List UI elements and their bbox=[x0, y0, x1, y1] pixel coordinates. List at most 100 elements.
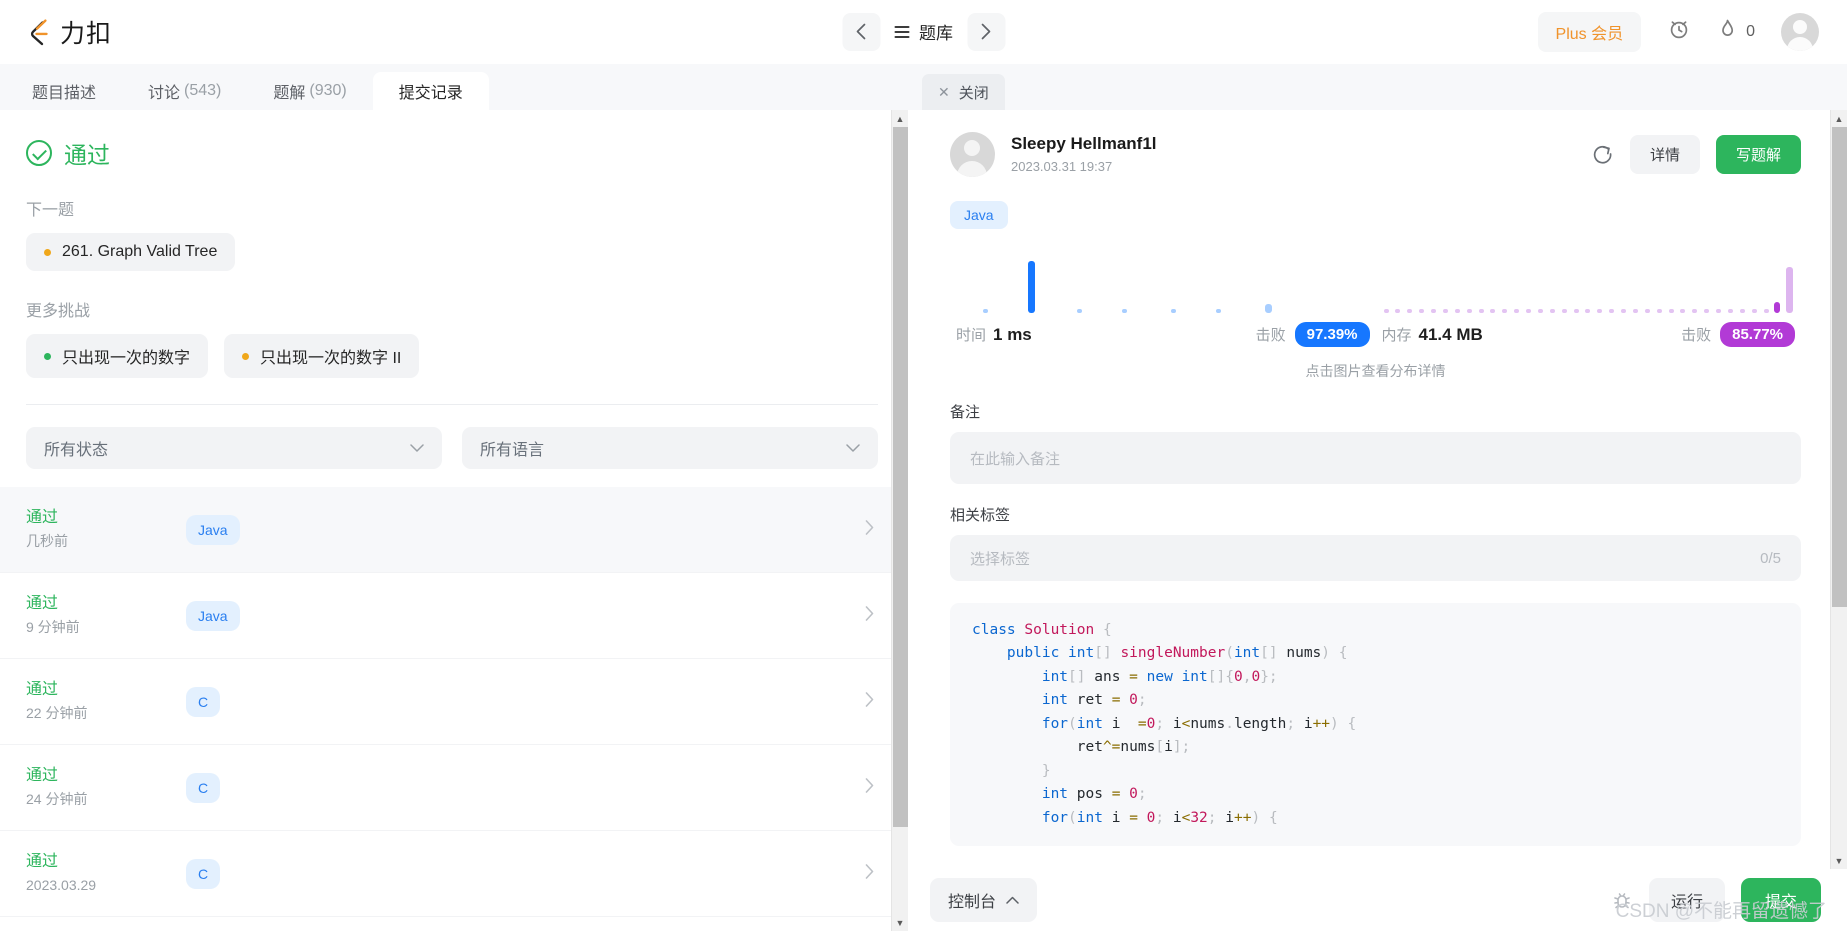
histogram-bar bbox=[1727, 309, 1733, 313]
streak-button[interactable]: 0 bbox=[1717, 18, 1755, 46]
histogram-bar bbox=[1490, 309, 1496, 313]
timer-button[interactable] bbox=[1667, 17, 1691, 46]
histogram-bar bbox=[1537, 309, 1543, 313]
prev-problem-button[interactable] bbox=[842, 12, 880, 51]
code-viewer[interactable]: class Solution { public int[] singleNumb… bbox=[950, 603, 1801, 847]
left-scrollbar[interactable]: ▲ ▼ bbox=[891, 110, 908, 931]
scrollbar-thumb[interactable] bbox=[893, 127, 908, 827]
section-divider bbox=[26, 404, 878, 405]
next-problem-heading: 下一题 bbox=[26, 202, 75, 219]
memory-beat: 击败 85.77% bbox=[1681, 322, 1795, 347]
next-problem-button[interactable] bbox=[967, 12, 1005, 51]
tags-label: 相关标签 bbox=[950, 507, 1011, 524]
problem-nav: 题库 bbox=[842, 12, 1005, 51]
table-row[interactable]: 通过 9 分钟前 Java bbox=[0, 573, 904, 659]
write-solution-button[interactable]: 写题解 bbox=[1715, 135, 1801, 174]
next-problem-chip[interactable]: 261. Graph Valid Tree bbox=[26, 233, 236, 271]
histogram-bar bbox=[1597, 309, 1603, 313]
tab-description[interactable]: 题目描述 bbox=[6, 72, 122, 110]
memory-beat-percent: 85.77% bbox=[1720, 322, 1795, 347]
run-button[interactable]: 运行 bbox=[1648, 878, 1725, 922]
chevron-right-icon bbox=[865, 777, 874, 798]
runtime-metric-value: 1 ms bbox=[993, 325, 1032, 344]
chart-hint: 点击图片查看分布详情 bbox=[1305, 363, 1446, 379]
submission-status-cell: 通过 2023.03.29 bbox=[26, 850, 186, 896]
share-icon[interactable] bbox=[1592, 144, 1614, 166]
scroll-down-arrow-icon[interactable]: ▼ bbox=[1831, 852, 1847, 869]
brand-logo[interactable]: 力扣 bbox=[0, 14, 112, 50]
details-button[interactable]: 详情 bbox=[1629, 135, 1700, 174]
problem-list-button[interactable]: 题库 bbox=[890, 19, 957, 44]
histogram-bar bbox=[1502, 309, 1508, 313]
submission-language-badge: Java bbox=[186, 600, 240, 631]
chevron-down-icon bbox=[846, 441, 860, 456]
histogram-bar bbox=[1549, 309, 1555, 313]
scrollbar-track[interactable] bbox=[892, 127, 908, 914]
tab-solutions[interactable]: 题解 (930) bbox=[247, 72, 372, 110]
submission-actions: 详情 写题解 bbox=[1592, 135, 1801, 174]
challenge-chip-1[interactable]: 只出现一次的数字 bbox=[26, 334, 209, 378]
submission-language-badge: C bbox=[186, 772, 221, 803]
challenge-chip-2[interactable]: 只出现一次的数字 II bbox=[224, 334, 420, 378]
submission-language-badge: C bbox=[186, 858, 221, 889]
runtime-chart[interactable]: 时间 1 ms 击败 97.39% bbox=[950, 249, 1376, 347]
tags-placeholder: 选择标签 bbox=[970, 550, 1031, 568]
brand-name: 力扣 bbox=[60, 19, 113, 48]
submission-status-cell: 通过 22 分钟前 bbox=[26, 678, 186, 724]
verdict-text: 通过 bbox=[64, 142, 110, 168]
histogram-bar bbox=[1170, 309, 1176, 313]
bug-icon[interactable] bbox=[1611, 889, 1633, 911]
histogram-bar bbox=[1585, 309, 1591, 313]
memory-histogram[interactable] bbox=[1383, 249, 1794, 313]
challenges-row: 只出现一次的数字 只出现一次的数字 II bbox=[26, 334, 878, 378]
scroll-up-arrow-icon[interactable]: ▲ bbox=[1831, 110, 1847, 127]
submission-time: 几秒前 bbox=[26, 533, 68, 550]
tab-submissions[interactable]: 提交记录 bbox=[372, 72, 489, 110]
console-toggle-button[interactable]: 控制台 bbox=[930, 878, 1038, 922]
scroll-up-arrow-icon[interactable]: ▲ bbox=[892, 110, 909, 127]
histogram-bar bbox=[1632, 309, 1638, 313]
table-row[interactable]: 通过 2023.03.29 C bbox=[0, 831, 904, 917]
runtime-beat-percent: 97.39% bbox=[1294, 322, 1370, 347]
tags-input[interactable]: 选择标签 0/5 bbox=[950, 535, 1801, 581]
scrollbar-track[interactable] bbox=[1831, 127, 1847, 852]
runtime-histogram[interactable] bbox=[958, 249, 1368, 313]
submission-detail-body: Sleepy Hellmanf1l 2023.03.31 19:37 详情 写题… bbox=[908, 110, 1847, 869]
scroll-down-arrow-icon[interactable]: ▼ bbox=[892, 914, 909, 931]
close-tab-label: 关闭 bbox=[958, 84, 989, 102]
tab-count: (930) bbox=[309, 82, 347, 99]
close-icon: ✕ bbox=[938, 83, 950, 100]
submit-button[interactable]: 提交 bbox=[1740, 878, 1821, 922]
left-scroll-area: 通过 下一题 261. Graph Valid Tree 更多挑战 只出现一次的… bbox=[0, 110, 908, 931]
histogram-bar bbox=[1621, 309, 1626, 313]
user-avatar[interactable] bbox=[1781, 12, 1819, 51]
left-tabbar: 题目描述 讨论 (543) 题解 (930) 提交记录 bbox=[0, 64, 908, 110]
table-row[interactable]: 通过 22 分钟前 C bbox=[0, 659, 904, 745]
memory-chart[interactable]: 内存 41.4 MB 击败 85.77% bbox=[1376, 249, 1802, 347]
submission-status: 通过 bbox=[26, 509, 59, 527]
submission-time: 24 分钟前 bbox=[26, 791, 88, 808]
note-input[interactable]: 在此输入备注 bbox=[950, 432, 1801, 484]
submission-filters: 所有状态 所有语言 bbox=[26, 427, 878, 469]
table-row[interactable]: 通过 几秒前 Java bbox=[0, 487, 904, 573]
histogram-bar bbox=[1692, 309, 1698, 313]
histogram-bar bbox=[1526, 309, 1531, 313]
plus-membership-button[interactable]: Plus 会员 bbox=[1537, 11, 1642, 52]
close-tab-button[interactable]: ✕ 关闭 bbox=[922, 74, 1005, 110]
submission-status: 通过 bbox=[26, 595, 59, 613]
tab-discussion[interactable]: 讨论 (543) bbox=[122, 72, 247, 110]
avatar[interactable] bbox=[950, 132, 995, 177]
language-filter-select[interactable]: 所有语言 bbox=[462, 427, 878, 469]
scrollbar-thumb[interactable] bbox=[1832, 127, 1847, 607]
alarm-clock-icon bbox=[1667, 17, 1691, 46]
histogram-bar bbox=[1668, 309, 1674, 313]
tab-label: 提交记录 bbox=[398, 85, 463, 102]
table-row[interactable]: 通过 24 分钟前 C bbox=[0, 745, 904, 831]
histogram-bar bbox=[1407, 309, 1413, 313]
submission-status: 通过 bbox=[26, 853, 59, 871]
right-scrollbar[interactable]: ▲ ▼ bbox=[1830, 110, 1847, 869]
status-filter-select[interactable]: 所有状态 bbox=[26, 427, 442, 469]
histogram-bar bbox=[1716, 309, 1721, 313]
status-filter-value: 所有状态 bbox=[44, 442, 109, 459]
histogram-bar bbox=[1431, 309, 1436, 313]
